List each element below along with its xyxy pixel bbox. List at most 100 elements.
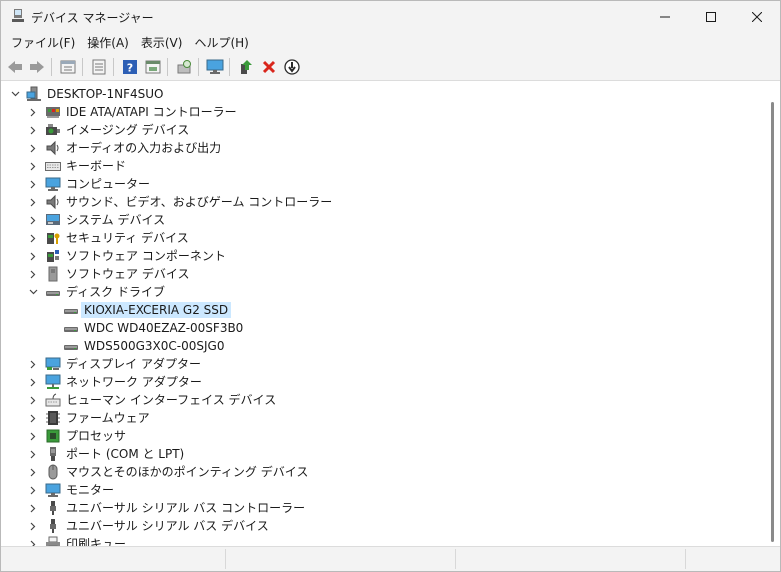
close-icon xyxy=(752,11,762,22)
status-pane xyxy=(456,549,686,569)
menu-help[interactable]: ヘルプ(H) xyxy=(188,33,254,53)
expand-chevron-icon[interactable] xyxy=(27,103,39,121)
expand-chevron-icon[interactable] xyxy=(27,445,39,463)
category-label: IDE ATA/ATAPI コントローラー xyxy=(66,105,237,119)
tree-category[interactable]: 印刷キュー xyxy=(1,535,765,546)
tree-category-expanded[interactable]: ディスク ドライブ xyxy=(1,283,765,301)
tree-device[interactable]: WDS500G3X0C-00SJG0 xyxy=(1,337,765,355)
tree-category[interactable]: ポート (COM と LPT) xyxy=(1,445,765,463)
device-manager-window: デバイス マネージャー ファイル(F) 操作(A) 表示(V) ヘルプ(H) ?… xyxy=(0,0,781,572)
expand-chevron-icon[interactable] xyxy=(27,229,39,247)
tree-category[interactable]: ヒューマン インターフェイス デバイス xyxy=(1,391,765,409)
expand-chevron-icon[interactable] xyxy=(27,517,39,535)
expand-chevron-icon[interactable] xyxy=(27,121,39,139)
expand-chevron-icon[interactable] xyxy=(27,391,39,409)
scan-icon xyxy=(177,60,191,74)
tree-device[interactable]: WDC WD40EZAZ-00SF3B0 xyxy=(1,319,765,337)
tree-category[interactable]: ディスプレイ アダプター xyxy=(1,355,765,373)
tree-category[interactable]: キーボード xyxy=(1,157,765,175)
expand-chevron-icon[interactable] xyxy=(27,535,39,546)
computer-icon xyxy=(26,86,41,101)
tree-category[interactable]: ソフトウェア コンポーネント xyxy=(1,247,765,265)
display-icon xyxy=(45,357,61,370)
expand-chevron-icon[interactable] xyxy=(27,193,39,211)
tree-category[interactable]: マウスとそのほかのポインティング デバイス xyxy=(1,463,765,481)
vertical-scrollbar[interactable] xyxy=(765,82,780,546)
expand-chevron-icon[interactable] xyxy=(27,355,39,373)
back-button[interactable] xyxy=(5,57,25,77)
expand-chevron-icon[interactable] xyxy=(27,373,39,391)
minimize-button[interactable] xyxy=(642,1,688,32)
tree-category[interactable]: ユニバーサル シリアル バス デバイス xyxy=(1,517,765,535)
toolbar-separator xyxy=(51,58,52,76)
toolbar-separator xyxy=(229,58,230,76)
category-label: コンピューター xyxy=(66,177,151,191)
category-label: マウスとそのほかのポインティング デバイス xyxy=(66,465,309,479)
monitor-button[interactable] xyxy=(205,57,225,77)
collapse-chevron-icon[interactable] xyxy=(9,85,21,103)
tree-root[interactable]: DESKTOP-1NF4SUO xyxy=(1,85,765,103)
expand-chevron-icon[interactable] xyxy=(27,427,39,445)
network-icon xyxy=(45,374,61,389)
tree-category[interactable]: ファームウェア xyxy=(1,409,765,427)
tree-category[interactable]: プロセッサ xyxy=(1,427,765,445)
close-button[interactable] xyxy=(734,1,780,32)
category-label: ファームウェア xyxy=(66,411,150,425)
expand-chevron-icon[interactable] xyxy=(27,265,39,283)
expand-chevron-icon[interactable] xyxy=(27,409,39,427)
forward-icon xyxy=(30,61,44,73)
title-bar[interactable]: デバイス マネージャー xyxy=(1,1,780,32)
menu-file[interactable]: ファイル(F) xyxy=(5,33,81,53)
forward-button[interactable] xyxy=(27,57,47,77)
tree-category[interactable]: ネットワーク アダプター xyxy=(1,373,765,391)
expand-chevron-icon[interactable] xyxy=(27,499,39,517)
properties-button[interactable] xyxy=(58,57,78,77)
toolbar-separator xyxy=(198,58,199,76)
tree-category[interactable]: ソフトウェア デバイス xyxy=(1,265,765,283)
status-bar xyxy=(1,546,780,571)
tree-category[interactable]: イメージング デバイス xyxy=(1,121,765,139)
help-button[interactable]: ? xyxy=(120,57,140,77)
tree-category[interactable]: サウンド、ビデオ、およびゲーム コントローラー xyxy=(1,193,765,211)
action-button[interactable] xyxy=(143,57,163,77)
update-driver-button[interactable] xyxy=(236,57,256,77)
scan-hardware-button[interactable] xyxy=(174,57,194,77)
expand-chevron-icon[interactable] xyxy=(27,157,39,175)
security-icon xyxy=(47,233,60,244)
device-label: WDC WD40EZAZ-00SF3B0 xyxy=(84,321,244,335)
maximize-button[interactable] xyxy=(688,1,734,32)
disable-icon xyxy=(284,59,300,75)
tree-category[interactable]: IDE ATA/ATAPI コントローラー xyxy=(1,103,765,121)
tree-category[interactable]: モニター xyxy=(1,481,765,499)
expand-chevron-icon[interactable] xyxy=(27,247,39,265)
tree-category[interactable]: ユニバーサル シリアル バス コントローラー xyxy=(1,499,765,517)
scrollbar-thumb[interactable] xyxy=(771,102,774,542)
expand-chevron-icon[interactable] xyxy=(27,175,39,193)
menu-view[interactable]: 表示(V) xyxy=(135,33,189,53)
category-label: システム デバイス xyxy=(66,213,166,227)
tree-category[interactable]: セキュリティ デバイス xyxy=(1,229,765,247)
category-label: ヒューマン インターフェイス デバイス xyxy=(66,393,277,407)
tree-category[interactable]: オーディオの入力および出力 xyxy=(1,139,765,157)
status-pane xyxy=(226,549,456,569)
speaker-icon xyxy=(46,140,59,156)
expand-chevron-icon[interactable] xyxy=(27,139,39,157)
tree-category[interactable]: システム デバイス xyxy=(1,211,765,229)
view-button[interactable] xyxy=(89,57,109,77)
toolbar-separator xyxy=(113,58,114,76)
expand-chevron-icon[interactable] xyxy=(27,463,39,481)
expand-chevron-icon[interactable] xyxy=(27,211,39,229)
device-tree[interactable]: DESKTOP-1NF4SUO IDE ATA/ATAPI コントローラー イメ… xyxy=(1,82,765,546)
disk-icon xyxy=(64,309,78,314)
menu-action[interactable]: 操作(A) xyxy=(81,33,135,53)
tree-device-selected[interactable]: KIOXIA-EXCERIA G2 SSD xyxy=(1,301,765,319)
uninstall-device-button[interactable] xyxy=(259,57,279,77)
menu-bar: ファイル(F) 操作(A) 表示(V) ヘルプ(H) xyxy=(1,32,780,54)
category-label: ソフトウェア コンポーネント xyxy=(66,249,226,263)
disable-device-button[interactable] xyxy=(282,57,302,77)
chip-icon xyxy=(46,411,60,425)
collapse-chevron-icon[interactable] xyxy=(27,283,39,301)
action-icon xyxy=(145,60,161,74)
tree-category[interactable]: コンピューター xyxy=(1,175,765,193)
expand-chevron-icon[interactable] xyxy=(27,481,39,499)
